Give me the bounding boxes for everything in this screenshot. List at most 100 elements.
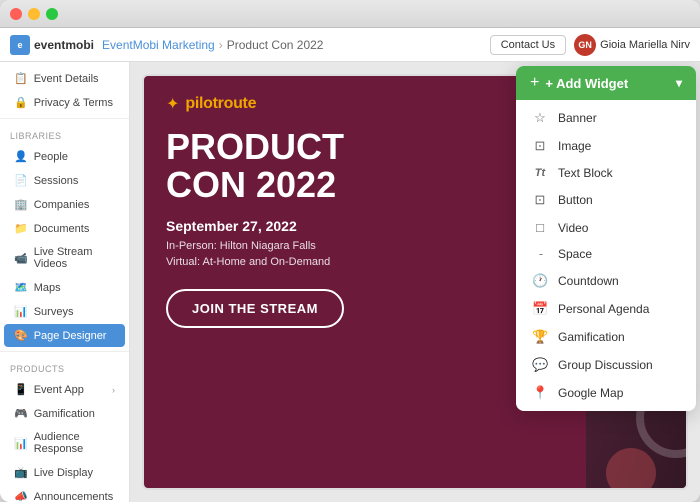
widget-label-banner: Banner bbox=[558, 111, 597, 125]
maximize-button[interactable] bbox=[46, 8, 58, 20]
banner-icon: ☆ bbox=[532, 110, 548, 126]
image-icon: ⊡ bbox=[532, 138, 548, 154]
button-widget-icon: ⊡ bbox=[532, 192, 548, 208]
sidebar-item-event-details[interactable]: 📋 Event Details bbox=[4, 67, 125, 90]
sidebar-item-audience-response[interactable]: 📊 Audience Response bbox=[4, 426, 125, 460]
breadcrumb: EventMobi Marketing › Product Con 2022 bbox=[102, 38, 323, 52]
sidebar-item-event-app[interactable]: 📱 Event App › bbox=[4, 378, 125, 401]
sidebar: 📋 Event Details 🔒 Privacy & Terms LIBRAR… bbox=[0, 62, 130, 502]
logo-text: eventmobi bbox=[34, 38, 94, 52]
widget-label-video: Video bbox=[558, 221, 588, 235]
widget-item-space[interactable]: ··· Space bbox=[516, 241, 696, 267]
avatar: GN bbox=[574, 34, 596, 56]
widget-label-countdown: Countdown bbox=[558, 274, 619, 288]
sidebar-item-live-display[interactable]: 📺 Live Display bbox=[4, 461, 125, 484]
plus-icon: + bbox=[530, 74, 539, 92]
brand-icon: ✦ bbox=[166, 94, 179, 114]
widget-label-text-block: Text Block bbox=[558, 166, 613, 180]
divider-1 bbox=[0, 118, 129, 119]
live-display-icon: 📺 bbox=[14, 466, 28, 479]
widget-label-button: Button bbox=[558, 193, 593, 207]
livestream-icon: 📹 bbox=[14, 252, 28, 265]
user-menu[interactable]: GN Gioia Mariella Nirv bbox=[574, 34, 690, 56]
main-layout: 📋 Event Details 🔒 Privacy & Terms LIBRAR… bbox=[0, 62, 700, 502]
user-name: Gioia Mariella Nirv bbox=[600, 39, 690, 51]
personal-agenda-icon: 📅 bbox=[532, 301, 548, 317]
appbar: e eventmobi EventMobi Marketing › Produc… bbox=[0, 28, 700, 62]
contact-us-button[interactable]: Contact Us bbox=[490, 35, 566, 55]
sidebar-label-surveys: Surveys bbox=[34, 306, 74, 318]
widget-item-group-discussion[interactable]: 💬 Group Discussion bbox=[516, 351, 696, 379]
sidebar-item-privacy[interactable]: 🔒 Privacy & Terms bbox=[4, 91, 125, 114]
sidebar-label-documents: Documents bbox=[34, 223, 90, 235]
minimize-button[interactable] bbox=[28, 8, 40, 20]
sidebar-item-people[interactable]: 👤 People bbox=[4, 145, 125, 168]
widget-label-group-discussion: Group Discussion bbox=[558, 358, 653, 372]
sidebar-label-audience-response: Audience Response bbox=[34, 431, 115, 455]
widget-item-button[interactable]: ⊡ Button bbox=[516, 186, 696, 214]
widget-header-text: + + Add Widget bbox=[530, 74, 628, 92]
sidebar-label-companies: Companies bbox=[34, 199, 90, 211]
widget-item-google-map[interactable]: 📍 Google Map bbox=[516, 379, 696, 407]
sidebar-item-livestream[interactable]: 📹 Live Stream Videos bbox=[4, 241, 125, 275]
widget-item-text-block[interactable]: Tt Text Block bbox=[516, 160, 696, 186]
announcements-icon: 📣 bbox=[14, 490, 28, 502]
sidebar-label-page-designer: Page Designer bbox=[34, 330, 107, 342]
gamification-widget-icon: 🏆 bbox=[532, 329, 548, 345]
sidebar-label-privacy: Privacy & Terms bbox=[34, 97, 113, 109]
event-app-expand-icon: › bbox=[112, 385, 115, 395]
privacy-icon: 🔒 bbox=[14, 96, 28, 109]
sidebar-item-sessions[interactable]: 📄 Sessions bbox=[4, 169, 125, 192]
content-area: ✦ pilotroute PRODUCT CON 2022 September … bbox=[130, 62, 700, 502]
logo-icon: e bbox=[10, 35, 30, 55]
products-section-title: PRODUCTS bbox=[0, 356, 129, 377]
brand-name: pilotroute bbox=[185, 95, 256, 113]
breadcrumb-sep: › bbox=[219, 38, 223, 52]
sidebar-label-event-app: Event App bbox=[34, 384, 84, 396]
event-app-icon: 📱 bbox=[14, 383, 28, 396]
widget-label-google-map: Google Map bbox=[558, 386, 623, 400]
sidebar-label-people: People bbox=[34, 151, 68, 163]
sidebar-label-gamification: Gamification bbox=[34, 408, 95, 420]
sidebar-item-gamification[interactable]: 🎮 Gamification bbox=[4, 402, 125, 425]
join-stream-button[interactable]: JOIN THE STREAM bbox=[166, 289, 344, 328]
documents-icon: 📁 bbox=[14, 222, 28, 235]
sidebar-item-page-designer[interactable]: 🎨 Page Designer bbox=[4, 324, 125, 347]
sidebar-item-announcements[interactable]: 📣 Announcements bbox=[4, 485, 125, 502]
add-widget-button[interactable]: + + Add Widget ▾ bbox=[516, 66, 696, 100]
widget-item-image[interactable]: ⊡ Image bbox=[516, 132, 696, 160]
add-widget-dropdown: + + Add Widget ▾ ☆ Banner ⊡ Image bbox=[516, 66, 696, 411]
widget-label-image: Image bbox=[558, 139, 591, 153]
event-details-icon: 📋 bbox=[14, 72, 28, 85]
sidebar-label-sessions: Sessions bbox=[34, 175, 79, 187]
people-icon: 👤 bbox=[14, 150, 28, 163]
sidebar-item-maps[interactable]: 🗺️ Maps bbox=[4, 276, 125, 299]
page-designer-icon: 🎨 bbox=[14, 329, 28, 342]
widget-item-video[interactable]: □ Video bbox=[516, 214, 696, 241]
libraries-section-title: LIBRARIES bbox=[0, 123, 129, 144]
widget-label-space: Space bbox=[558, 247, 592, 261]
audience-response-icon: 📊 bbox=[14, 437, 28, 450]
text-block-icon: Tt bbox=[532, 167, 548, 179]
sidebar-item-companies[interactable]: 🏢 Companies bbox=[4, 193, 125, 216]
countdown-icon: 🕐 bbox=[532, 273, 548, 289]
gamification-icon: 🎮 bbox=[14, 407, 28, 420]
chevron-down-icon: ▾ bbox=[676, 76, 682, 90]
video-icon: □ bbox=[532, 220, 548, 235]
google-map-icon: 📍 bbox=[532, 385, 548, 401]
widget-list: ☆ Banner ⊡ Image Tt Text Block ⊡ Button bbox=[516, 100, 696, 411]
sidebar-item-documents[interactable]: 📁 Documents bbox=[4, 217, 125, 240]
widget-item-countdown[interactable]: 🕐 Countdown bbox=[516, 267, 696, 295]
close-button[interactable] bbox=[10, 8, 22, 20]
breadcrumb-item-1[interactable]: EventMobi Marketing bbox=[102, 38, 215, 52]
app-window: e eventmobi EventMobi Marketing › Produc… bbox=[0, 0, 700, 502]
divider-2 bbox=[0, 351, 129, 352]
titlebar bbox=[0, 0, 700, 28]
widget-item-gamification[interactable]: 🏆 Gamification bbox=[516, 323, 696, 351]
widget-item-personal-agenda[interactable]: 📅 Personal Agenda bbox=[516, 295, 696, 323]
add-widget-label: + Add Widget bbox=[545, 76, 628, 91]
sidebar-item-surveys[interactable]: 📊 Surveys bbox=[4, 300, 125, 323]
group-discussion-icon: 💬 bbox=[532, 357, 548, 373]
widget-item-banner[interactable]: ☆ Banner bbox=[516, 104, 696, 132]
sidebar-label-maps: Maps bbox=[34, 282, 61, 294]
